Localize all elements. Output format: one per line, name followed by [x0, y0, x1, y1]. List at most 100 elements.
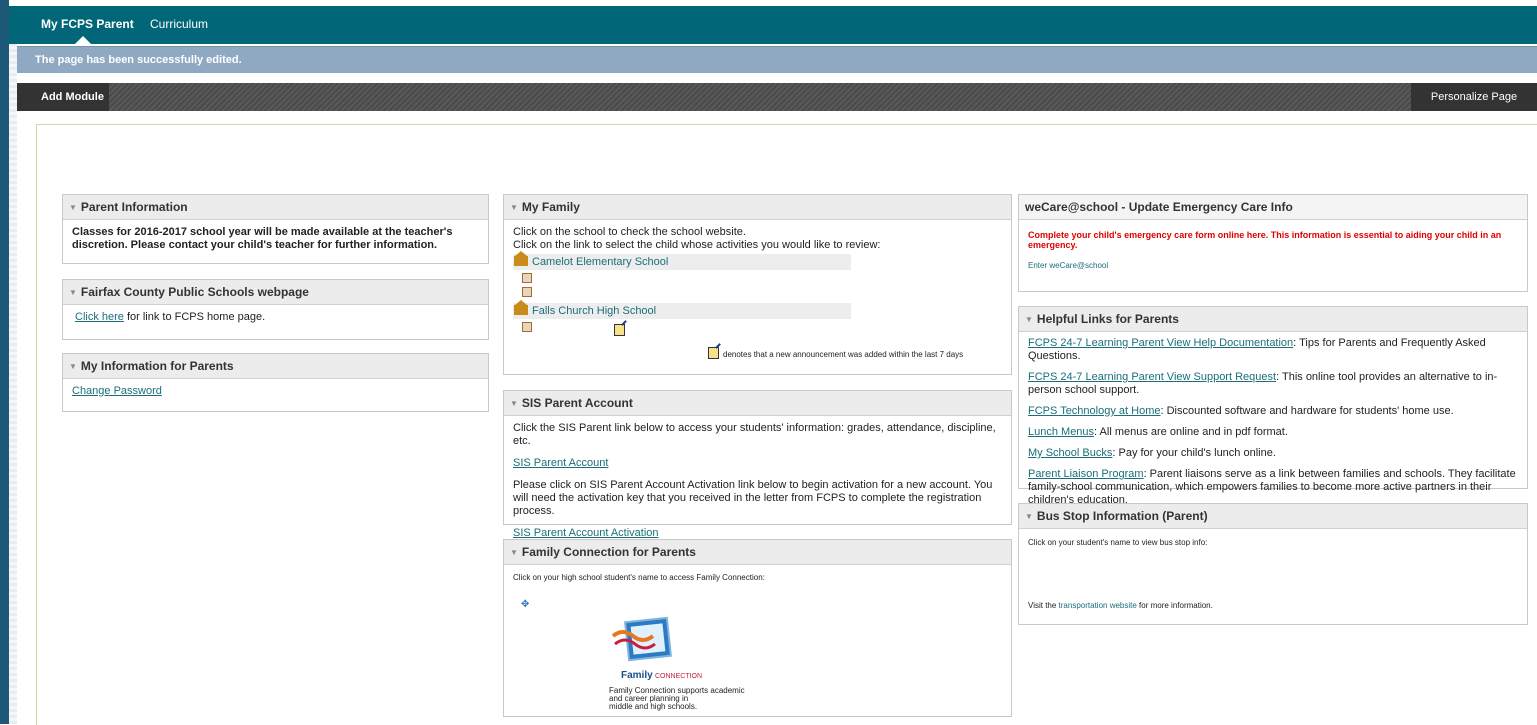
- module-title: My Family: [521, 200, 580, 214]
- sis-body: Click the SIS Parent link below to acces…: [504, 416, 1011, 546]
- status-bar: The page has been successfully edited.: [17, 46, 1537, 73]
- my-family-body: Click on the school to check the school …: [504, 220, 1011, 359]
- fcps-webpage-body: Click here for link to FCPS home page.: [63, 305, 488, 330]
- module-title: Helpful Links for Parents: [1036, 312, 1179, 326]
- module-header[interactable]: ▼ SIS Parent Account: [504, 391, 1011, 416]
- module-header[interactable]: ▼ My Family: [504, 195, 1011, 220]
- helpful-link[interactable]: FCPS 24-7 Learning Parent View Help Docu…: [1028, 337, 1293, 349]
- sis-parent-account-module: ▼ SIS Parent Account Click the SIS Parent…: [503, 390, 1012, 539]
- collapse-arrow-icon[interactable]: ▼: [69, 362, 77, 371]
- broken-image-icon: [522, 273, 532, 283]
- collapse-arrow-icon[interactable]: ▼: [510, 203, 518, 212]
- helpful-link-item: FCPS 24-7 Learning Parent View Support R…: [1028, 371, 1518, 397]
- fcps-webpage-module: ▼ Fairfax County Public Schools webpage C…: [62, 279, 489, 340]
- helpful-link-desc: : Pay for your child's lunch online.: [1112, 447, 1276, 459]
- module-header[interactable]: ▼ Fairfax County Public Schools webpage: [63, 280, 488, 305]
- module-title: Fairfax County Public Schools webpage: [80, 285, 309, 299]
- sis-activation-link[interactable]: SIS Parent Account Activation: [513, 527, 659, 539]
- wecare-warning: Complete your child's emergency care for…: [1028, 230, 1502, 250]
- bus-visit-text: Visit the: [1028, 601, 1059, 610]
- active-tab-pointer: [75, 36, 91, 44]
- module-header[interactable]: ▼ My Information for Parents: [63, 354, 488, 379]
- change-password-link[interactable]: Change Password: [72, 385, 162, 397]
- sis-intro: Click the SIS Parent link below to acces…: [513, 422, 996, 447]
- wecare-link[interactable]: Enter weCare@school: [1028, 261, 1108, 270]
- helpful-link[interactable]: FCPS 24-7 Learning Parent View Support R…: [1028, 371, 1276, 383]
- module-header[interactable]: ▼ Helpful Links for Parents: [1019, 307, 1527, 332]
- collapse-arrow-icon[interactable]: ▼: [69, 203, 77, 212]
- action-bar: Add Module Personalize Page: [17, 83, 1537, 111]
- school-link[interactable]: Camelot Elementary School: [532, 256, 668, 268]
- helpful-link-item: FCPS Technology at Home: Discounted soft…: [1028, 405, 1518, 418]
- module-title: Bus Stop Information (Parent): [1036, 509, 1208, 523]
- bus-stop-module: ▼ Bus Stop Information (Parent) Click on …: [1018, 503, 1528, 625]
- collapse-arrow-icon[interactable]: ▼: [1025, 315, 1033, 324]
- module-header[interactable]: ▼ Parent Information: [63, 195, 488, 220]
- school-row[interactable]: Falls Church High School: [513, 300, 851, 319]
- module-title: Family Connection for Parents: [521, 545, 696, 559]
- helpful-link-item: FCPS 24-7 Learning Parent View Help Docu…: [1028, 337, 1518, 363]
- my-info-body: Change Password: [63, 379, 488, 404]
- tab-my-fcps-parent[interactable]: My FCPS Parent: [41, 17, 134, 31]
- fc-caption-line: middle and high schools.: [609, 702, 698, 711]
- new-announcement-icon: [708, 347, 719, 359]
- collapse-arrow-icon[interactable]: ▼: [69, 288, 77, 297]
- bus-intro: Click on your student's name to view bus…: [1028, 538, 1208, 547]
- bus-stop-body: Click on your student's name to view bus…: [1019, 529, 1527, 626]
- module-header[interactable]: weCare@school - Update Emergency Care In…: [1019, 195, 1527, 220]
- left-frame: [0, 0, 17, 724]
- transportation-website-link[interactable]: transportation website: [1059, 601, 1137, 610]
- fc-caption: Family Connection supports academic and …: [609, 687, 745, 711]
- module-header[interactable]: ▼ Family Connection for Parents: [504, 540, 1011, 565]
- helpful-link[interactable]: Lunch Menus: [1028, 426, 1094, 438]
- helpful-links-body: FCPS 24-7 Learning Parent View Help Docu…: [1019, 332, 1527, 513]
- collapse-arrow-icon[interactable]: ▼: [510, 548, 518, 557]
- family-connection-module: ▼ Family Connection for Parents Click on …: [503, 539, 1012, 717]
- top-tab-bar: My FCPS Parent Curriculum: [9, 6, 1537, 44]
- school-building-icon: [514, 300, 528, 315]
- module-title: SIS Parent Account: [521, 396, 633, 410]
- module-title: My Information for Parents: [80, 359, 234, 373]
- family-instruction-1: Click on the school to check the school …: [513, 226, 746, 238]
- tab-curriculum[interactable]: Curriculum: [150, 17, 208, 31]
- helpful-link[interactable]: Parent Liaison Program: [1028, 468, 1144, 480]
- bus-more-info-text: for more information.: [1136, 601, 1213, 610]
- personalize-page-button[interactable]: Personalize Page: [1411, 83, 1537, 111]
- broken-image-icon: [522, 322, 532, 332]
- module-header[interactable]: ▼ Bus Stop Information (Parent): [1019, 504, 1527, 529]
- fc-logo-family: Family: [621, 670, 653, 681]
- school-row[interactable]: Camelot Elementary School: [513, 251, 851, 270]
- collapse-arrow-icon[interactable]: ▼: [510, 399, 518, 408]
- student-link-icon[interactable]: ✥: [521, 598, 529, 611]
- helpful-link-item: Lunch Menus: All menus are online and in…: [1028, 426, 1518, 439]
- helpful-link-item: Parent Liaison Program: Parent liaisons …: [1028, 468, 1518, 507]
- helpful-link[interactable]: FCPS Technology at Home: [1028, 405, 1160, 417]
- new-announcement-icon[interactable]: [614, 324, 625, 336]
- wecare-body: Complete your child's emergency care for…: [1019, 220, 1527, 278]
- my-information-module: ▼ My Information for Parents Change Passw…: [62, 353, 489, 412]
- status-message: The page has been successfully edited.: [35, 54, 242, 66]
- module-title: Parent Information: [80, 200, 188, 214]
- my-family-module: ▼ My Family Click on the school to check …: [503, 194, 1012, 375]
- fcps-home-link[interactable]: Click here: [75, 311, 124, 323]
- helpful-link-desc: : All menus are online and in pdf format…: [1094, 426, 1288, 438]
- fcps-home-text: for link to FCPS home page.: [123, 311, 266, 323]
- collapse-arrow-icon[interactable]: ▼: [1025, 512, 1033, 521]
- sis-parent-account-link[interactable]: SIS Parent Account: [513, 457, 608, 469]
- family-connection-logo: Family CONNECTION: [611, 616, 702, 681]
- school-building-icon: [514, 251, 528, 266]
- announcement-legend: denotes that a new announcement was adde…: [723, 350, 964, 359]
- fc-intro: Click on your high school student's name…: [513, 573, 765, 582]
- add-module-button[interactable]: Add Module: [17, 83, 109, 111]
- helpful-link[interactable]: My School Bucks: [1028, 447, 1112, 459]
- parent-information-module: ▼ Parent Information Classes for 2016-201…: [62, 194, 489, 264]
- family-instruction-2: Click on the link to select the child wh…: [513, 239, 881, 251]
- broken-image-icon: [522, 287, 532, 297]
- bus-transport-line: Visit the transportation website for mor…: [1028, 599, 1213, 612]
- parent-info-text: Classes for 2016-2017 school year will b…: [72, 226, 453, 251]
- module-title: weCare@school - Update Emergency Care In…: [1025, 200, 1293, 214]
- content-area: ▼ Parent Information Classes for 2016-201…: [36, 124, 1537, 725]
- family-connection-body: Click on your high school student's name…: [504, 565, 1011, 717]
- left-gutter: [9, 44, 17, 724]
- school-link[interactable]: Falls Church High School: [532, 305, 656, 317]
